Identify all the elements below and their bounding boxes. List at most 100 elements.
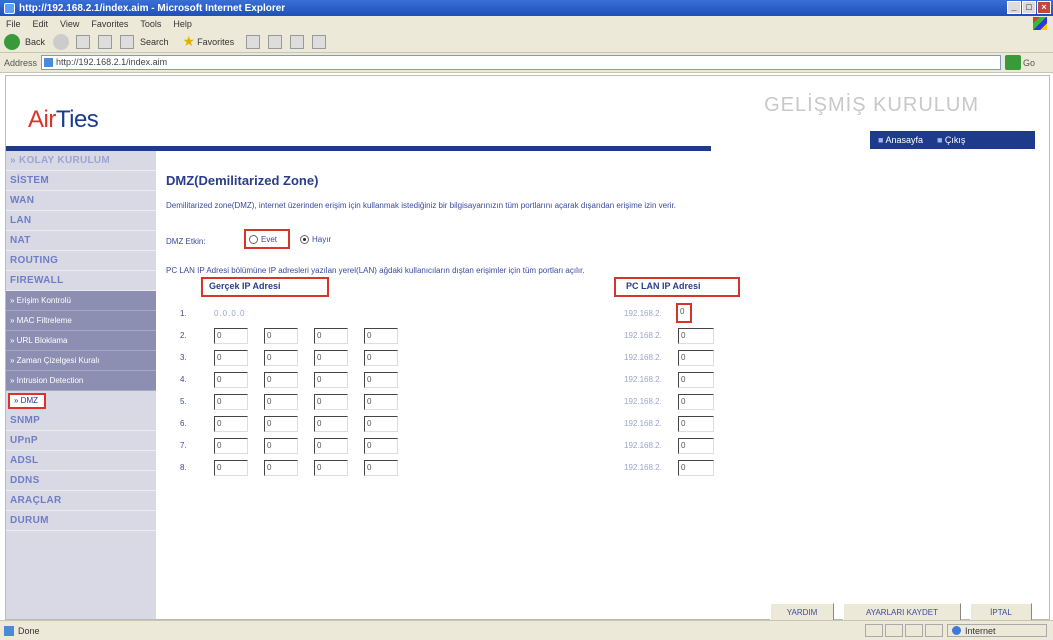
radio-evet-option[interactable]: Evet (244, 229, 290, 249)
ip-row: 8. 0 0 0 0 192.168.2. 0 (166, 459, 766, 477)
close-button[interactable]: × (1037, 1, 1051, 14)
real-ip-octet-input[interactable]: 0 (214, 438, 248, 454)
sidebar-item[interactable]: NAT (6, 231, 156, 251)
real-ip-octet-input[interactable]: 0 (314, 460, 348, 476)
menu-help[interactable]: Help (173, 19, 192, 29)
real-ip-octet-input[interactable]: 0 (264, 416, 298, 432)
real-ip-static: 0.0.0.0 (214, 309, 246, 318)
real-ip-octet-input[interactable]: 0 (214, 460, 248, 476)
radio-hayir[interactable] (300, 235, 309, 244)
radio-evet[interactable] (249, 234, 258, 244)
folder-icon[interactable] (312, 34, 327, 49)
address-input[interactable]: http://192.168.2.1/index.aim (41, 55, 1002, 70)
row-number: 4. (180, 375, 187, 384)
lan-ip-input[interactable]: 0 (678, 350, 714, 366)
real-ip-octet-input[interactable]: 0 (364, 350, 398, 366)
mail-icon[interactable] (268, 34, 283, 49)
lan-ip-input[interactable]: 0 (678, 438, 714, 454)
menu-tools[interactable]: Tools (140, 19, 161, 29)
lan-ip-input[interactable]: 0 (678, 394, 714, 410)
forward-icon[interactable] (53, 33, 70, 50)
real-ip-octet-input[interactable]: 0 (214, 328, 248, 344)
sidebar-item[interactable]: DURUM (6, 511, 156, 531)
home-icon[interactable] (120, 34, 135, 49)
maximize-button[interactable]: □ (1022, 1, 1036, 14)
window-title: http://192.168.2.1/index.aim - Microsoft… (19, 2, 286, 14)
real-ip-octet-input[interactable]: 0 (314, 350, 348, 366)
real-ip-octet-input[interactable]: 0 (264, 328, 298, 344)
sidebar-item[interactable]: ROUTING (6, 251, 156, 271)
back-icon[interactable] (4, 33, 20, 50)
sidebar-item[interactable]: » Intrusion Detection (6, 371, 156, 391)
ip-row: 5. 0 0 0 0 192.168.2. 0 (166, 393, 766, 411)
radio-hayir-option[interactable]: Hayır (300, 235, 331, 244)
real-ip-octet-input[interactable]: 0 (264, 460, 298, 476)
go-icon[interactable] (1005, 55, 1022, 70)
real-ip-octet-input[interactable]: 0 (314, 438, 348, 454)
print-icon[interactable] (290, 34, 305, 49)
lan-ip-input[interactable]: 0 (678, 328, 714, 344)
real-ip-octet-input[interactable]: 0 (364, 328, 398, 344)
real-ip-octet-input[interactable]: 0 (214, 350, 248, 366)
description-text: Demilitarized zone(DMZ), internet üzerin… (166, 201, 676, 210)
lan-ip-input[interactable]: 0 (678, 372, 714, 388)
real-ip-octet-input[interactable]: 0 (264, 394, 298, 410)
sidebar-item[interactable]: DDNS (6, 471, 156, 491)
note-text: PC LAN IP Adresi bölümüne IP adresleri y… (166, 266, 585, 275)
web-page: AirTies GELİŞMİŞ KURULUM Anasayfa Çıkış … (5, 75, 1050, 623)
real-ip-octet-input[interactable]: 0 (314, 328, 348, 344)
search-button[interactable]: Search (140, 37, 169, 47)
real-ip-octet-input[interactable]: 0 (264, 438, 298, 454)
stop-icon[interactable] (76, 34, 91, 49)
real-ip-octet-input[interactable]: 0 (314, 416, 348, 432)
back-button[interactable]: Back (25, 37, 45, 47)
history-icon[interactable] (246, 34, 261, 49)
banner: AirTies GELİŞMİŞ KURULUM Anasayfa Çıkış (6, 76, 1049, 151)
favorites-button[interactable]: Favorites (197, 37, 234, 47)
sidebar-item[interactable]: » DMZ (8, 393, 46, 409)
nav-exit-link[interactable]: Çıkış (937, 135, 966, 145)
nav-home-link[interactable]: Anasayfa (878, 135, 923, 145)
real-ip-octet-input[interactable]: 0 (264, 372, 298, 388)
sidebar-item[interactable]: SNMP (6, 411, 156, 431)
lan-ip-prefix: 192.168.2. (624, 419, 662, 428)
sidebar-item[interactable]: » Erişim Kontrolü (6, 291, 156, 311)
sidebar-item[interactable]: ADSL (6, 451, 156, 471)
sidebar-item[interactable]: » MAC Filtreleme (6, 311, 156, 331)
lan-ip-input[interactable]: 0 (678, 416, 714, 432)
real-ip-octet-input[interactable]: 0 (314, 394, 348, 410)
minimize-button[interactable]: _ (1007, 1, 1021, 14)
favorites-icon[interactable]: ★ (183, 33, 196, 50)
ip-row: 7. 0 0 0 0 192.168.2. 0 (166, 437, 766, 455)
real-ip-octet-input[interactable]: 0 (364, 372, 398, 388)
real-ip-octet-input[interactable]: 0 (314, 372, 348, 388)
sidebar-item[interactable]: LAN (6, 211, 156, 231)
real-ip-octet-input[interactable]: 0 (364, 416, 398, 432)
menu-view[interactable]: View (60, 19, 79, 29)
window-titlebar: http://192.168.2.1/index.aim - Microsoft… (0, 0, 1053, 16)
sidebar-item[interactable]: WAN (6, 191, 156, 211)
lan-ip-input[interactable]: 0 (678, 460, 714, 476)
col-header-real-ip: Gerçek IP Adresi (201, 277, 329, 297)
real-ip-octet-input[interactable]: 0 (214, 394, 248, 410)
ip-row: 3. 0 0 0 0 192.168.2. 0 (166, 349, 766, 367)
real-ip-octet-input[interactable]: 0 (364, 460, 398, 476)
refresh-icon[interactable] (98, 34, 113, 49)
menu-favorites[interactable]: Favorites (91, 19, 128, 29)
sidebar-item[interactable]: SİSTEM (6, 171, 156, 191)
menu-file[interactable]: File (6, 19, 21, 29)
go-button[interactable]: Go (1023, 58, 1035, 68)
sidebar-item[interactable]: » KOLAY KURULUM (6, 151, 156, 171)
real-ip-octet-input[interactable]: 0 (364, 438, 398, 454)
real-ip-octet-input[interactable]: 0 (214, 372, 248, 388)
real-ip-octet-input[interactable]: 0 (264, 350, 298, 366)
sidebar-item[interactable]: FIREWALL (6, 271, 156, 291)
sidebar-item[interactable]: ARAÇLAR (6, 491, 156, 511)
real-ip-octet-input[interactable]: 0 (214, 416, 248, 432)
lan-ip-input[interactable]: 0 (676, 303, 692, 323)
sidebar-item[interactable]: » Zaman Çizelgesi Kuralı (6, 351, 156, 371)
sidebar-item[interactable]: UPnP (6, 431, 156, 451)
menu-edit[interactable]: Edit (33, 19, 49, 29)
sidebar-item[interactable]: » URL Bloklama (6, 331, 156, 351)
real-ip-octet-input[interactable]: 0 (364, 394, 398, 410)
